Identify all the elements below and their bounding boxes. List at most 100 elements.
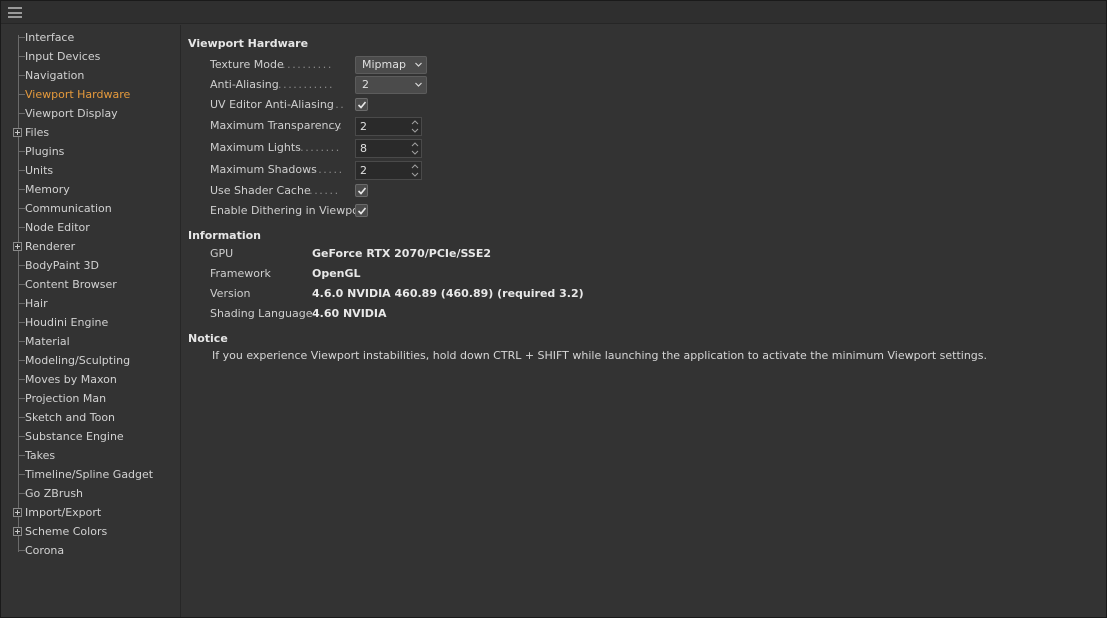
expand-plus-icon[interactable] [13, 508, 22, 517]
sidebar-item-label: BodyPaint 3D [25, 259, 99, 272]
max-transparency-input[interactable] [356, 118, 410, 135]
texture-mode-row: Texture Mode .......... Mipmap [210, 55, 910, 75]
checkmark-icon [357, 207, 367, 215]
sidebar-item-corona[interactable]: Corona [2, 541, 180, 560]
leader-dots: .... [325, 98, 346, 111]
sidebar-item-input-devices[interactable]: Input Devices [2, 47, 180, 66]
sidebar-item-renderer[interactable]: Renderer [2, 237, 180, 256]
expand-plus-icon[interactable] [13, 242, 22, 251]
sidebar-item-content-browser[interactable]: Content Browser [2, 275, 180, 294]
sidebar-item-interface[interactable]: Interface [2, 28, 180, 47]
sidebar-item-timeline-spline-gadget[interactable]: Timeline/Spline Gadget [2, 465, 180, 484]
max-transparency-field[interactable] [355, 117, 422, 136]
max-lights-field[interactable] [355, 139, 422, 158]
info-row-gpu: GPU GeForce RTX 2070/PCIe/SSE2 [210, 244, 910, 264]
max-transparency-label: Maximum Transparency [210, 119, 342, 132]
anti-aliasing-value: 2 [362, 78, 369, 91]
sidebar-item-label: Interface [25, 31, 75, 44]
stepper-arrows-icon[interactable] [410, 119, 420, 134]
max-lights-row: Maximum Lights ......... [210, 138, 910, 158]
sidebar-item-plugins[interactable]: Plugins [2, 142, 180, 161]
hamburger-menu-icon[interactable] [8, 7, 22, 18]
use-shader-cache-row: Use Shader Cache ....... [210, 181, 910, 201]
use-shader-cache-checkbox[interactable] [355, 184, 368, 197]
sidebar-item-communication[interactable]: Communication [2, 199, 180, 218]
leader-dots: ....... [308, 163, 344, 176]
sidebar-item-bodypaint-3d[interactable]: BodyPaint 3D [2, 256, 180, 275]
enable-dithering-checkbox[interactable] [355, 204, 368, 217]
max-shadows-input[interactable] [356, 162, 410, 179]
sidebar-item-takes[interactable]: Takes [2, 446, 180, 465]
stepper-arrows-icon[interactable] [410, 141, 420, 156]
sidebar-item-label: Viewport Hardware [25, 88, 131, 101]
sidebar-item-moves-by-maxon[interactable]: Moves by Maxon [2, 370, 180, 389]
sidebar-item-units[interactable]: Units [2, 161, 180, 180]
sidebar-item-label: Timeline/Spline Gadget [25, 468, 154, 481]
max-shadows-label: Maximum Shadows [210, 163, 317, 176]
sidebar-item-modeling-sculpting[interactable]: Modeling/Sculpting [2, 351, 180, 370]
info-key: Shading Language [210, 307, 313, 320]
anti-aliasing-dropdown[interactable]: 2 [355, 76, 427, 94]
info-row-shading-language: Shading Language 4.60 NVIDIA [210, 304, 910, 324]
max-shadows-row: Maximum Shadows ....... [210, 160, 910, 180]
sidebar-item-label: Substance Engine [25, 430, 124, 443]
expand-plus-icon[interactable] [13, 527, 22, 536]
sidebar-item-label: Go ZBrush [25, 487, 84, 500]
max-transparency-row: Maximum Transparency ... [210, 116, 910, 136]
sidebar-item-go-zbrush[interactable]: Go ZBrush [2, 484, 180, 503]
sidebar-item-label: Input Devices [25, 50, 101, 63]
sidebar-item-label: Memory [25, 183, 70, 196]
sidebar-item-label: Modeling/Sculpting [25, 354, 131, 367]
chevron-down-icon [415, 62, 422, 67]
texture-mode-value: Mipmap [362, 58, 406, 71]
sidebar-item-import-export[interactable]: Import/Export [2, 503, 180, 522]
max-lights-input[interactable] [356, 140, 410, 157]
enable-dithering-row: Enable Dithering in Viewport [210, 201, 910, 221]
sidebar-item-label: Material [25, 335, 70, 348]
sidebar-item-viewport-hardware[interactable]: Viewport Hardware [2, 85, 180, 104]
leader-dots: ... [328, 119, 344, 132]
sidebar-item-label: Scheme Colors [25, 525, 108, 538]
sidebar-item-navigation[interactable]: Navigation [2, 66, 180, 85]
sidebar-item-label: Viewport Display [25, 107, 118, 120]
sidebar-item-projection-man[interactable]: Projection Man [2, 389, 180, 408]
checkmark-icon [357, 187, 367, 195]
sidebar-item-label: Units [25, 164, 54, 177]
sidebar-item-label: Sketch and Toon [25, 411, 116, 424]
info-key: Framework [210, 267, 271, 280]
sidebar-item-houdini-engine[interactable]: Houdini Engine [2, 313, 180, 332]
notice-text: If you experience Viewport instabilities… [212, 349, 988, 362]
preferences-sidebar: Interface Input Devices Navigation Viewp… [2, 25, 181, 617]
max-lights-label: Maximum Lights [210, 141, 301, 154]
sidebar-item-material[interactable]: Material [2, 332, 180, 351]
sidebar-item-label: Navigation [25, 69, 85, 82]
sidebar-item-files[interactable]: Files [2, 123, 180, 142]
sidebar-item-label: Content Browser [25, 278, 117, 291]
uv-editor-aa-checkbox[interactable] [355, 98, 368, 111]
sidebar-item-node-editor[interactable]: Node Editor [2, 218, 180, 237]
info-value: 4.6.0 NVIDIA 460.89 (460.89) (required 3… [312, 287, 584, 300]
uv-editor-aa-label: UV Editor Anti-Aliasing [210, 98, 334, 111]
sidebar-item-scheme-colors[interactable]: Scheme Colors [2, 522, 180, 541]
sidebar-item-sketch-and-toon[interactable]: Sketch and Toon [2, 408, 180, 427]
sidebar-item-memory[interactable]: Memory [2, 180, 180, 199]
sidebar-item-label: Node Editor [25, 221, 90, 234]
sidebar-item-viewport-display[interactable]: Viewport Display [2, 104, 180, 123]
sidebar-item-label: Files [25, 126, 50, 139]
sidebar-item-hair[interactable]: Hair [2, 294, 180, 313]
max-shadows-field[interactable] [355, 161, 422, 180]
stepper-arrows-icon[interactable] [410, 163, 420, 178]
texture-mode-dropdown[interactable]: Mipmap [355, 56, 427, 74]
sidebar-item-label: Renderer [25, 240, 76, 253]
sidebar-item-substance-engine[interactable]: Substance Engine [2, 427, 180, 446]
info-row-version: Version 4.6.0 NVIDIA 460.89 (460.89) (re… [210, 284, 910, 304]
information-title: Information [188, 229, 261, 242]
expand-plus-icon[interactable] [13, 128, 22, 137]
info-value: OpenGL [312, 267, 361, 280]
leader-dots: .......... [282, 58, 333, 71]
sidebar-item-label: Projection Man [25, 392, 107, 405]
leader-dots: ........... [278, 78, 335, 91]
info-key: GPU [210, 247, 234, 260]
viewport-hardware-title: Viewport Hardware [188, 37, 309, 50]
use-shader-cache-label: Use Shader Cache [210, 184, 311, 197]
